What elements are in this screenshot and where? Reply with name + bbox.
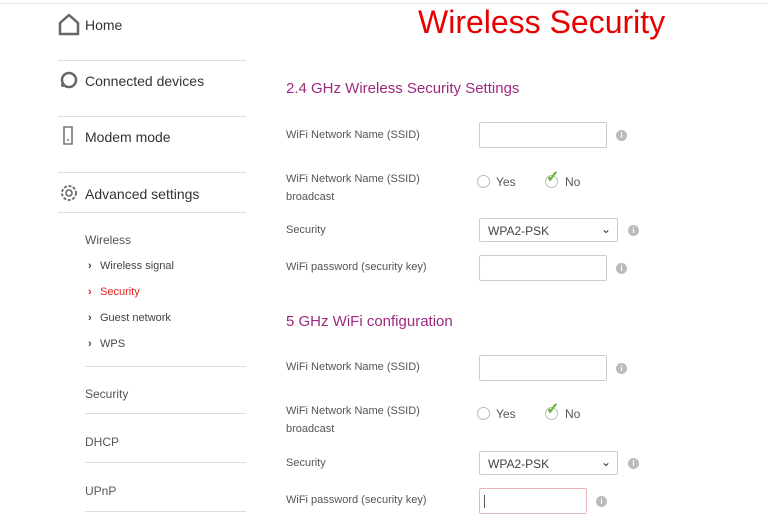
subitem-label: Wireless signal (100, 260, 174, 272)
chevron-right-icon: › (88, 312, 92, 324)
checkmark-icon: ✓ (546, 401, 560, 418)
sidebar-subitem-wireless-signal[interactable]: › Wireless signal (88, 260, 174, 272)
security-label: Security (286, 224, 326, 236)
info-icon[interactable]: i (616, 130, 627, 141)
section-label: Security (85, 387, 129, 401)
sidebar-item-connected-devices[interactable]: Connected devices (58, 71, 246, 117)
ssid-input-5ghz[interactable] (479, 355, 607, 381)
text-cursor (484, 495, 485, 508)
devices-icon (60, 71, 78, 89)
sidebar-subitem-security[interactable]: › Security (88, 286, 140, 298)
password-input-5ghz[interactable] (479, 488, 587, 514)
modem-icon (63, 126, 73, 145)
sidebar-item-label: Advanced settings (85, 186, 200, 202)
section-title-5ghz: 5 GHz WiFi configuration (286, 313, 453, 330)
sidebar-subitem-wps[interactable]: › WPS (88, 338, 125, 350)
chevron-right-icon: › (88, 260, 92, 272)
broadcast-yes-radio-24ghz[interactable] (477, 175, 490, 188)
sidebar-section-dhcp[interactable]: DHCP (85, 415, 246, 463)
section-title-24ghz: 2.4 GHz Wireless Security Settings (286, 80, 520, 97)
security-label: Security (286, 457, 326, 469)
password-label: WiFi password (security key) (286, 261, 427, 273)
ssid-label: WiFi Network Name (SSID) (286, 361, 420, 373)
chevron-down-icon: ⌄ (600, 455, 611, 469)
yes-label: Yes (496, 175, 516, 189)
info-icon[interactable]: i (616, 363, 627, 374)
select-value: WPA2-PSK (488, 457, 550, 471)
subitem-label: WPS (100, 338, 126, 350)
subitem-label: Security (100, 286, 140, 298)
sidebar-item-modem-mode[interactable]: Modem mode (58, 126, 246, 173)
password-label: WiFi password (security key) (286, 494, 427, 506)
subitem-label: Guest network (100, 312, 171, 324)
select-value: WPA2-PSK (488, 224, 550, 238)
security-select-5ghz[interactable]: WPA2-PSK ⌄ (479, 451, 618, 475)
info-icon[interactable]: i (628, 225, 639, 236)
info-icon[interactable]: i (616, 263, 627, 274)
yes-label: Yes (496, 407, 516, 421)
broadcast-label: WiFi Network Name (SSID) broadcast (286, 405, 420, 435)
info-icon[interactable]: i (628, 458, 639, 469)
ssid-label: WiFi Network Name (SSID) (286, 129, 420, 141)
page-title: Wireless Security (418, 4, 666, 40)
gear-icon (61, 185, 77, 201)
section-label: UPnP (85, 484, 117, 498)
section-label: DHCP (85, 435, 120, 449)
sidebar-subitem-guest-network[interactable]: › Guest network (88, 312, 171, 324)
no-label: No (565, 407, 581, 421)
sidebar-section-upnp[interactable]: UPnP (85, 464, 246, 512)
security-select-24ghz[interactable]: WPA2-PSK ⌄ (479, 218, 618, 242)
chevron-right-icon: › (88, 286, 92, 298)
sidebar-item-label: Modem mode (85, 129, 171, 145)
ssid-input-24ghz[interactable] (479, 122, 607, 148)
sidebar-item-home[interactable]: Home (58, 13, 246, 61)
home-icon (58, 13, 80, 36)
checkmark-icon: ✓ (546, 169, 560, 186)
chevron-down-icon: ⌄ (600, 222, 611, 236)
broadcast-label: WiFi Network Name (SSID) broadcast (286, 173, 420, 203)
info-icon[interactable]: i (596, 496, 607, 507)
broadcast-yes-radio-5ghz[interactable] (477, 407, 490, 420)
password-input-24ghz[interactable] (479, 255, 607, 281)
sidebar-item-label: Home (85, 17, 123, 33)
no-label: No (565, 175, 581, 189)
sidebar-section-wireless: Wireless (85, 233, 132, 247)
sidebar-item-advanced-settings[interactable]: Advanced settings (58, 185, 246, 213)
sidebar-section-security[interactable]: Security (85, 366, 246, 414)
sidebar-item-label: Connected devices (85, 73, 205, 89)
chevron-right-icon: › (88, 338, 92, 350)
